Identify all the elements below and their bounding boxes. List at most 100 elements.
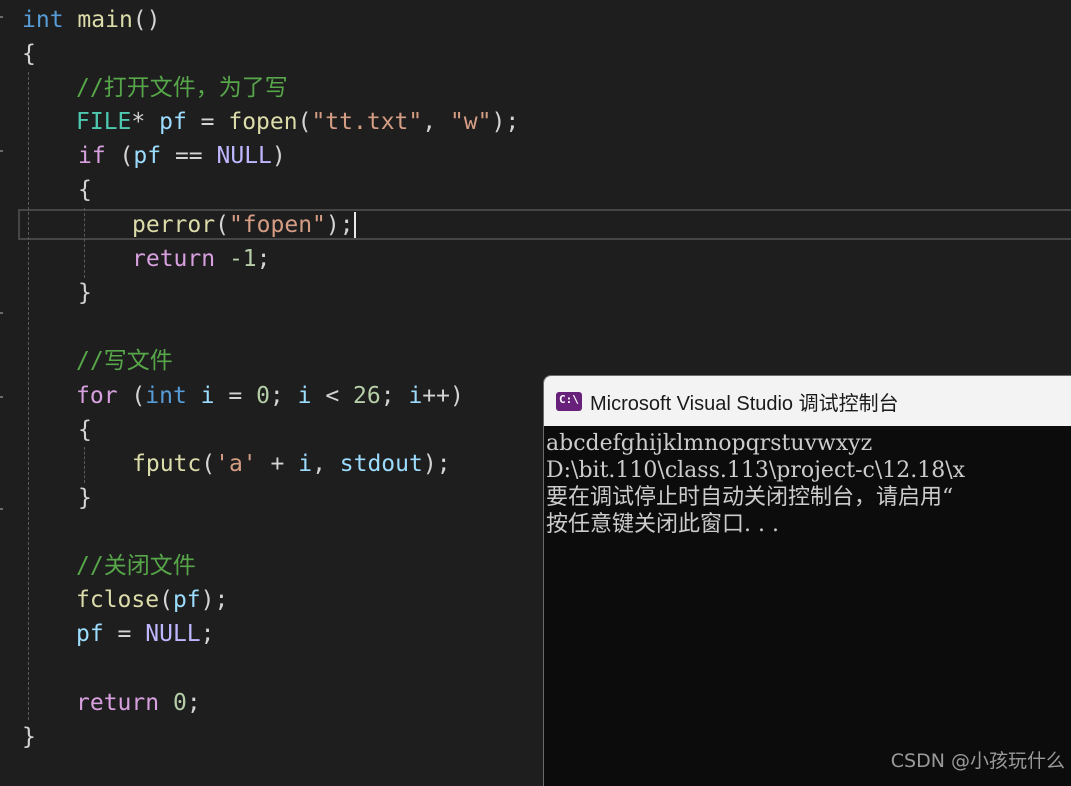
code-token: "tt.txt" [311, 109, 423, 135]
console-line: 按任意键关闭此窗口. . . [546, 512, 779, 537]
code-token: 0 [256, 383, 270, 409]
code-line[interactable]: int main() [22, 3, 161, 37]
code-line[interactable]: fputc('a' + i, stdout); [132, 447, 451, 481]
code-token: ( [105, 143, 134, 169]
code-token: ++) [422, 383, 464, 409]
code-token: 0 [172, 690, 187, 716]
gutter-mark [0, 396, 3, 398]
code-token: pf [159, 109, 187, 135]
code-token: "w" [449, 109, 492, 135]
code-token: , [422, 109, 450, 135]
code-token: ); [325, 212, 354, 238]
code-line[interactable]: } [78, 481, 92, 515]
code-token: NULL [216, 143, 272, 169]
code-line[interactable]: return 0; [76, 686, 201, 720]
code-token: { [78, 417, 92, 443]
indent-guide [84, 447, 85, 483]
code-token: 'a' [215, 451, 257, 477]
code-line[interactable]: } [78, 276, 92, 310]
code-line[interactable]: { [22, 37, 36, 71]
code-line[interactable]: fclose(pf); [76, 583, 228, 617]
code-token: i [297, 383, 312, 409]
code-token: NULL [145, 621, 201, 647]
code-token: "fopen" [228, 212, 326, 238]
code-token: return [76, 690, 160, 716]
code-token: pf [76, 621, 104, 647]
debug-console-window[interactable]: Microsoft Visual Studio 调试控制台 abcdefghij… [543, 375, 1071, 786]
code-token: int [145, 383, 187, 409]
console-titlebar[interactable]: Microsoft Visual Studio 调试控制台 [544, 376, 1071, 426]
code-token: = [186, 109, 229, 135]
code-token: ); [491, 109, 520, 135]
code-token: i [298, 451, 313, 477]
code-token: } [22, 724, 36, 750]
code-token: stdout [339, 451, 423, 477]
code-line[interactable]: } [22, 720, 36, 754]
code-token: * [131, 109, 160, 135]
code-token: FILE [76, 109, 132, 135]
code-token: , [312, 451, 340, 477]
code-token: ; [269, 383, 298, 409]
code-token: { [22, 41, 36, 67]
code-line[interactable]: perror("fopen"); [132, 208, 354, 242]
code-token: int [22, 7, 64, 33]
code-token: } [78, 280, 92, 306]
code-token: < [311, 383, 354, 409]
code-line[interactable]: FILE* pf = fopen("tt.txt", "w"); [76, 105, 519, 139]
code-token: + [256, 451, 299, 477]
code-line[interactable]: if (pf == NULL) [78, 139, 286, 173]
code-token: ( [297, 109, 312, 135]
code-token: //写文件 [76, 348, 173, 374]
code-token: if [78, 143, 106, 169]
code-token: //打开文件，为了写 [76, 75, 288, 101]
code-token: ); [422, 451, 451, 477]
code-line[interactable]: pf = NULL; [76, 617, 215, 651]
code-token: //关闭文件 [76, 553, 196, 579]
code-token: pf [172, 587, 201, 613]
code-token: main [77, 7, 133, 33]
code-token: = [214, 383, 257, 409]
code-token: ; [256, 246, 271, 272]
code-token: fclose [76, 587, 160, 613]
indent-guide [28, 72, 29, 720]
code-token: ; [200, 621, 215, 647]
code-line[interactable]: { [78, 173, 92, 207]
code-token: ) [271, 143, 286, 169]
console-line: D:\bit.110\class.113\project-c\12.18\x [546, 458, 966, 483]
code-line[interactable]: //打开文件，为了写 [76, 71, 288, 105]
code-token: == [161, 143, 217, 169]
console-line: abcdefghijklmnopqrstuvwxyz [546, 431, 873, 456]
csdn-watermark: CSDN @小孩玩什么 [890, 750, 1065, 772]
code-token: fopen [228, 109, 298, 135]
code-token: } [78, 485, 92, 511]
code-token: ( [201, 451, 216, 477]
code-token: ; [186, 690, 201, 716]
code-token: ); [200, 587, 229, 613]
vs-console-icon [556, 391, 582, 411]
code-line[interactable]: for (int i = 0; i < 26; i++) [76, 379, 464, 413]
console-output: abcdefghijklmnopqrstuvwxyz D:\bit.110\cl… [546, 430, 1071, 538]
code-token: { [78, 177, 92, 203]
gutter-mark [0, 508, 3, 510]
code-line[interactable]: //关闭文件 [76, 549, 196, 583]
text-caret [354, 212, 356, 238]
code-token: perror [132, 212, 216, 238]
code-token: = [103, 621, 146, 647]
code-line[interactable]: return -1; [132, 242, 271, 276]
code-token: return [132, 246, 216, 272]
code-token: -1 [228, 246, 257, 272]
code-token: fputc [132, 451, 202, 477]
code-token: ( [215, 212, 229, 238]
code-token: 26 [353, 383, 381, 409]
gutter-mark [0, 312, 3, 314]
code-token: pf [133, 143, 162, 169]
code-line[interactable]: { [78, 413, 92, 447]
indent-guide [84, 208, 85, 278]
code-token: for [76, 383, 118, 409]
console-line: 要在调试停止时自动关闭控制台，请启用“ [546, 485, 954, 510]
code-line[interactable]: //写文件 [76, 344, 173, 378]
